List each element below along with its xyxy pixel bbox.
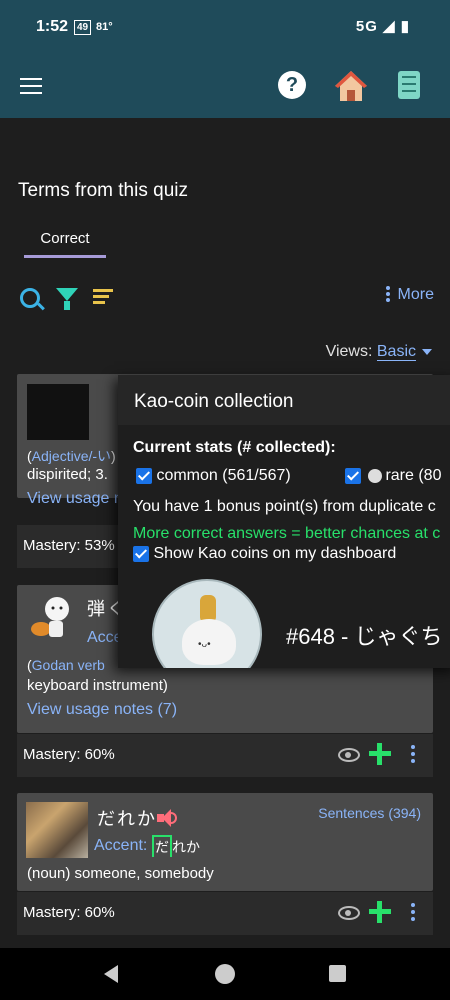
- mastery-label: Mastery: 60%: [23, 904, 115, 921]
- dashboard-toggle[interactable]: Show Kao coins on my dashboard: [133, 545, 396, 563]
- rare-label: rare (80: [385, 467, 442, 484]
- accent-pattern: だれか: [152, 835, 200, 857]
- term-thumbnail: [26, 802, 88, 858]
- usage-notes-link[interactable]: View usage notes (7): [27, 701, 177, 719]
- views-value[interactable]: Basic: [376, 343, 416, 361]
- add-icon[interactable]: [369, 743, 391, 765]
- term-definition: keyboard instrument): [27, 677, 168, 694]
- accent-label: Accent:: [94, 837, 148, 854]
- usage-notes-link[interactable]: View usage n: [27, 490, 123, 508]
- card-footer: Mastery: 60%: [17, 734, 433, 777]
- term-part-of-speech: (Godan verb: [27, 657, 105, 673]
- search-icon[interactable]: [20, 288, 40, 308]
- tab-correct[interactable]: Correct: [24, 230, 106, 258]
- views-label: Views:: [325, 343, 373, 360]
- more-label: More: [397, 286, 434, 304]
- status-network: 5G ◢ ▮: [355, 18, 410, 35]
- mastery-label: Mastery: 60%: [23, 746, 115, 763]
- add-icon[interactable]: [369, 901, 391, 923]
- kao-coin-image: •ᴗ•: [152, 579, 262, 668]
- term-definition-row: (noun) someone, somebody: [27, 865, 214, 882]
- eye-icon[interactable]: [338, 748, 360, 762]
- term-definition: dispirited; 3.: [27, 466, 108, 483]
- sentences-link[interactable]: Sentences (394): [318, 805, 421, 821]
- term-word: だれか: [97, 809, 157, 829]
- system-nav-bar: [0, 948, 450, 1000]
- common-label: common (561/567): [156, 467, 291, 484]
- section-title: Terms from this quiz: [18, 180, 188, 201]
- mastery-label: Mastery: 53%: [23, 537, 115, 554]
- term-card: だれか Sentences (394) Accent: だれか (noun) s…: [17, 793, 433, 891]
- checkbox-checked-icon[interactable]: [133, 545, 149, 562]
- status-bar: 1:52 49 81° 5G ◢ ▮: [0, 0, 450, 55]
- recent-apps-icon[interactable]: [329, 965, 346, 982]
- tip-text: More correct answers = better chances at…: [133, 525, 441, 542]
- term-definition: someone, somebody: [74, 865, 214, 882]
- status-badge: 49: [74, 20, 92, 35]
- caret-down-icon: [422, 348, 432, 355]
- speaker-icon[interactable]: [157, 809, 179, 827]
- coin-number: #648 - じゃぐち: [286, 624, 443, 649]
- coin-face: •ᴗ•: [198, 639, 211, 650]
- rare-coin-icon: [368, 468, 383, 483]
- help-icon[interactable]: ?: [278, 71, 306, 99]
- checkbox-checked-icon[interactable]: [136, 467, 152, 484]
- stats-heading: Current stats (# collected):: [133, 439, 336, 456]
- more-button[interactable]: More: [385, 286, 434, 304]
- pos-link[interactable]: Godan verb: [32, 657, 105, 673]
- kebab-menu-icon[interactable]: [411, 903, 415, 924]
- accent-high-kana: だ: [152, 835, 172, 857]
- term-part-of-speech: (noun): [27, 865, 71, 882]
- kebab-menu-icon[interactable]: [411, 745, 415, 766]
- app-bar: ?: [0, 55, 450, 118]
- kao-coin-popup: Kao-coin collection Current stats (# col…: [118, 375, 450, 668]
- dashboard-label: Show Kao coins on my dashboard: [153, 545, 397, 562]
- back-icon[interactable]: [104, 965, 118, 983]
- common-filter[interactable]: common (561/567): [136, 467, 291, 485]
- rare-filter[interactable]: rare (80: [345, 467, 441, 485]
- card-footer: Mastery: 60%: [17, 892, 433, 935]
- network-label: 5G: [355, 18, 378, 35]
- sort-icon[interactable]: [93, 289, 117, 309]
- status-temperature: 81°: [96, 21, 113, 33]
- home-icon[interactable]: [333, 69, 369, 103]
- eye-icon[interactable]: [338, 906, 360, 920]
- menu-icon[interactable]: [20, 78, 42, 94]
- accent-low-kana: れか: [172, 839, 200, 855]
- term-thumbnail: [27, 384, 89, 440]
- status-time: 1:52: [36, 18, 69, 35]
- popup-title: Kao-coin collection: [134, 391, 294, 412]
- book-icon[interactable]: [398, 71, 420, 99]
- term-part-of-speech: (Adjective/-い): [27, 448, 116, 464]
- filter-icon[interactable]: [56, 288, 78, 310]
- checkbox-checked-icon[interactable]: [345, 467, 361, 484]
- bonus-text: You have 1 bonus point(s) from duplicate…: [133, 498, 436, 515]
- character-illustration: [31, 597, 69, 637]
- home-button-icon[interactable]: [215, 964, 235, 984]
- more-dots-icon: [385, 286, 390, 304]
- views-selector[interactable]: Views: Basic: [326, 343, 432, 361]
- popup-body: Current stats (# collected): common (561…: [118, 425, 450, 668]
- pos-link[interactable]: Adjective/-い: [32, 448, 111, 464]
